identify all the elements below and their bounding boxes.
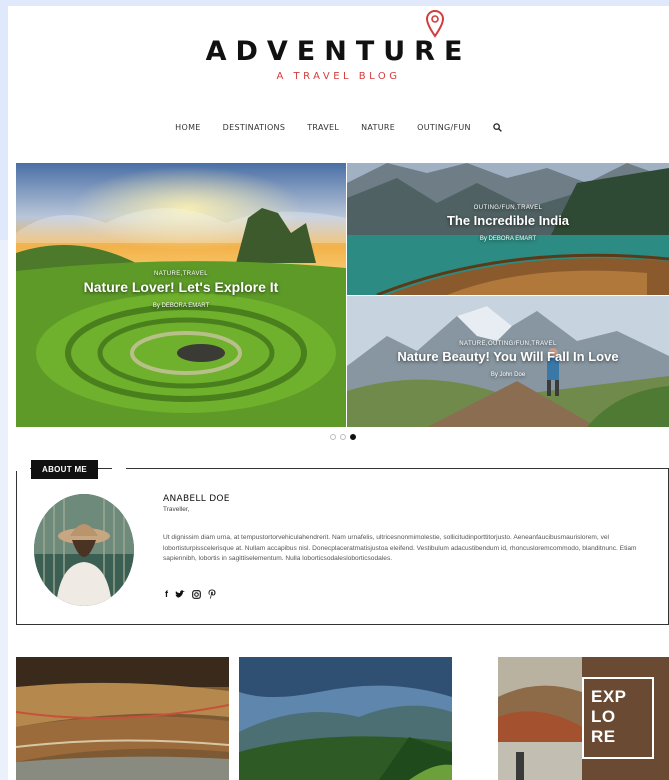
slide-top-right-byline[interactable]: By DEBORA EMART	[347, 236, 669, 242]
slider-dot-1[interactable]	[330, 434, 336, 440]
avatar	[34, 494, 134, 606]
site-tagline: A TRAVEL BLOG	[276, 71, 401, 82]
search-icon[interactable]	[493, 123, 502, 132]
about-me-widget: ABOUT ME ANABELL DOE Traveller, Ut digni…	[16, 460, 669, 625]
post-thumb-2-image	[239, 657, 452, 780]
slide-top-right-category[interactable]: OUTING/FUN,TRAVEL	[347, 205, 669, 211]
slide-main[interactable]: NATURE,TRAVEL Nature Lover! Let's Explor…	[16, 163, 346, 427]
slide-top-right-title[interactable]: The Incredible India	[347, 213, 669, 228]
map-pin-icon	[426, 10, 444, 38]
instagram-icon[interactable]	[192, 589, 201, 599]
pinterest-icon[interactable]	[208, 589, 216, 599]
slide-bottom-right[interactable]: NATURE,OUTING/FUN,TRAVEL Nature Beauty! …	[347, 296, 669, 427]
explore-text-line-1: EXP	[591, 687, 627, 706]
slide-bottom-right-caption: NATURE,OUTING/FUN,TRAVEL Nature Beauty! …	[347, 341, 669, 378]
nav-item-outing-fun[interactable]: OUTING/FUN	[417, 123, 471, 132]
post-thumb-2[interactable]	[239, 657, 452, 780]
twitter-icon[interactable]	[175, 589, 185, 599]
about-me-label: ABOUT ME	[31, 460, 99, 479]
slider-dot-2[interactable]	[340, 434, 346, 440]
slide-main-caption: NATURE,TRAVEL Nature Lover! Let's Explor…	[16, 271, 346, 309]
about-role: Traveller,	[163, 506, 190, 513]
main-nav: HOME DESTINATIONS TRAVEL NATURE OUTING/F…	[8, 123, 669, 132]
post-thumb-1[interactable]	[16, 657, 229, 780]
nav-item-nature[interactable]: NATURE	[361, 123, 395, 132]
about-text: Ut dignissim diam urna, at tempustortorv…	[163, 534, 637, 563]
slider-dot-3-active[interactable]	[350, 434, 356, 440]
post-thumb-1-image	[16, 657, 229, 780]
slider-dots	[330, 434, 356, 440]
page: ADVENTURE A TRAVEL BLOG HOME DESTINATION…	[8, 6, 669, 780]
featured-slider: NATURE,TRAVEL Nature Lover! Let's Explor…	[16, 163, 669, 427]
site-title: ADVENTURE	[205, 36, 472, 67]
explore-text-line-3: RE	[591, 727, 616, 746]
nav-item-travel[interactable]: TRAVEL	[307, 123, 339, 132]
slide-top-right-caption: OUTING/FUN,TRAVEL The Incredible India B…	[347, 205, 669, 242]
about-name: ANABELL DOE	[163, 494, 230, 504]
post-thumb-3[interactable]: EXP LO RE	[498, 657, 669, 780]
site-logo[interactable]: ADVENTURE A TRAVEL BLOG	[8, 10, 669, 82]
explore-graphic: EXP LO RE	[582, 677, 654, 759]
social-links: f	[165, 589, 216, 599]
nav-item-destinations[interactable]: DESTINATIONS	[223, 123, 286, 132]
explore-text-line-2: LO	[591, 707, 616, 726]
slide-bottom-right-byline[interactable]: By John Doe	[347, 372, 669, 378]
slide-bottom-right-category[interactable]: NATURE,OUTING/FUN,TRAVEL	[347, 341, 669, 347]
nav-item-home[interactable]: HOME	[175, 123, 200, 132]
slide-main-byline[interactable]: By DEBORA EMART	[16, 303, 346, 309]
facebook-icon[interactable]: f	[165, 589, 168, 599]
slide-main-category[interactable]: NATURE,TRAVEL	[16, 271, 346, 277]
slide-main-title[interactable]: Nature Lover! Let's Explore It	[16, 279, 346, 295]
slide-bottom-right-title[interactable]: Nature Beauty! You Will Fall In Love	[347, 349, 669, 364]
frame-gap	[112, 467, 126, 471]
slide-top-right[interactable]: OUTING/FUN,TRAVEL The Incredible India B…	[347, 163, 669, 295]
frame-gap	[16, 467, 30, 471]
